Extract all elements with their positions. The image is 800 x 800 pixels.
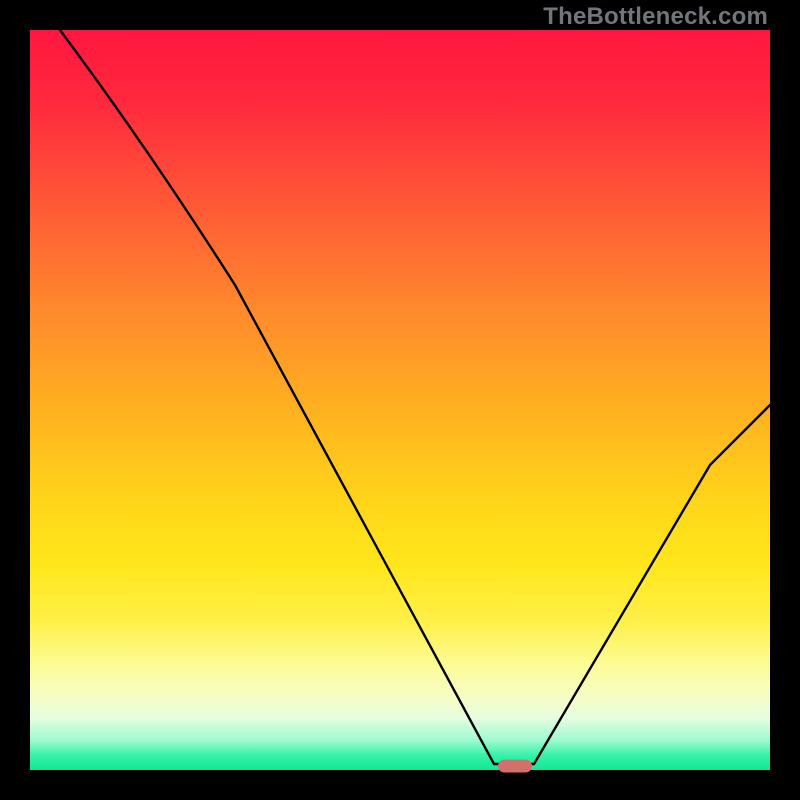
attribution-text: TheBottleneck.com [543,3,768,31]
plot-area [30,30,770,770]
optimal-marker [498,760,532,773]
chart-frame: TheBottleneck.com [0,0,800,800]
bottleneck-curve [30,30,770,770]
